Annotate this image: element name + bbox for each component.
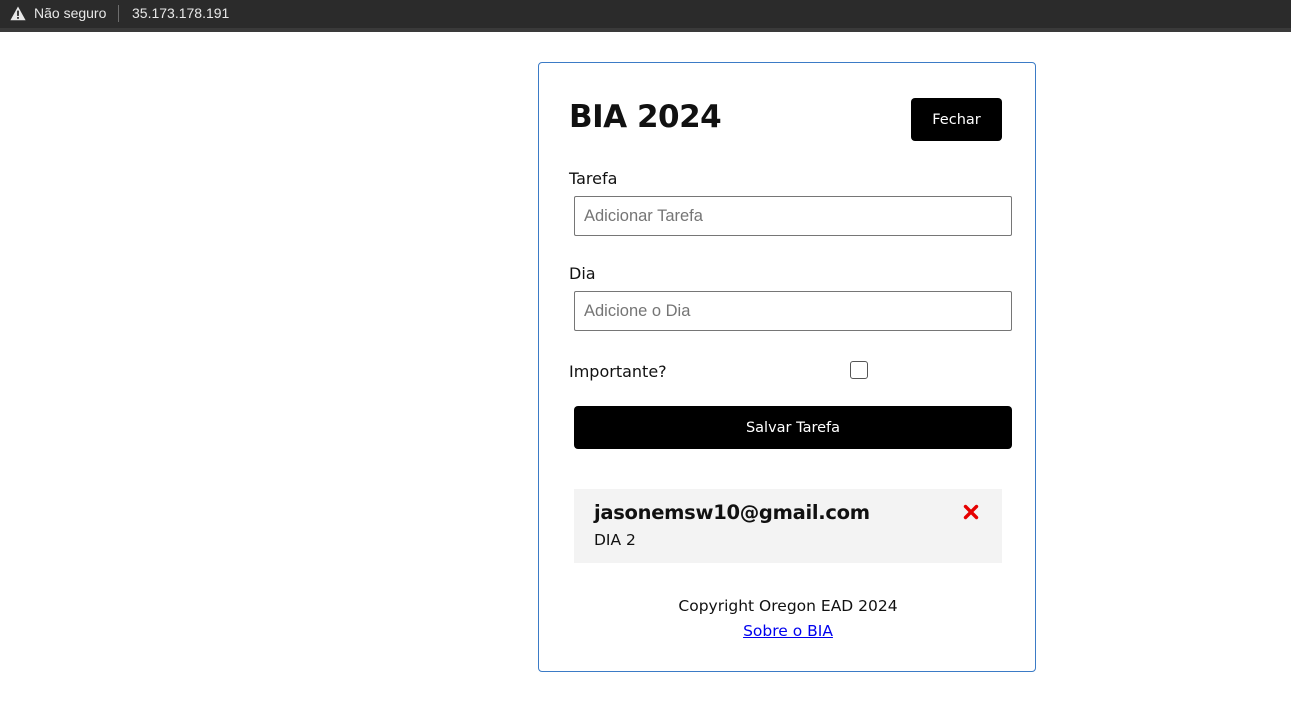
security-indicator[interactable]: Não seguro (10, 5, 106, 21)
task-input[interactable] (574, 196, 1012, 236)
task-list-item[interactable]: jasonemsw10@gmail.com DIA 2 (574, 489, 1002, 563)
close-x-icon[interactable] (963, 504, 979, 520)
important-checkbox[interactable] (850, 361, 868, 379)
address-divider (118, 5, 119, 22)
task-day: DIA 2 (594, 531, 636, 549)
save-task-button[interactable]: Salvar Tarefa (574, 406, 1012, 449)
security-label: Não seguro (34, 5, 107, 21)
day-label: Dia (569, 264, 596, 283)
important-label: Importante? (569, 362, 667, 381)
day-input[interactable] (574, 291, 1012, 331)
task-label: Tarefa (569, 169, 618, 188)
app-title: BIA 2024 (569, 99, 722, 135)
task-card: BIA 2024 Fechar Tarefa Dia Importante? S… (538, 62, 1036, 672)
copyright-text: Copyright Oregon EAD 2024 (678, 597, 898, 615)
task-title: jasonemsw10@gmail.com (594, 501, 870, 524)
warning-icon (10, 6, 26, 20)
footer: Copyright Oregon EAD 2024 Sobre o BIA (539, 595, 1037, 642)
url-text[interactable]: 35.173.178.191 (132, 5, 229, 21)
browser-address-bar: Não seguro 35.173.178.191 (0, 0, 1291, 32)
close-button[interactable]: Fechar (911, 98, 1002, 141)
about-link[interactable]: Sobre o BIA (743, 620, 833, 642)
